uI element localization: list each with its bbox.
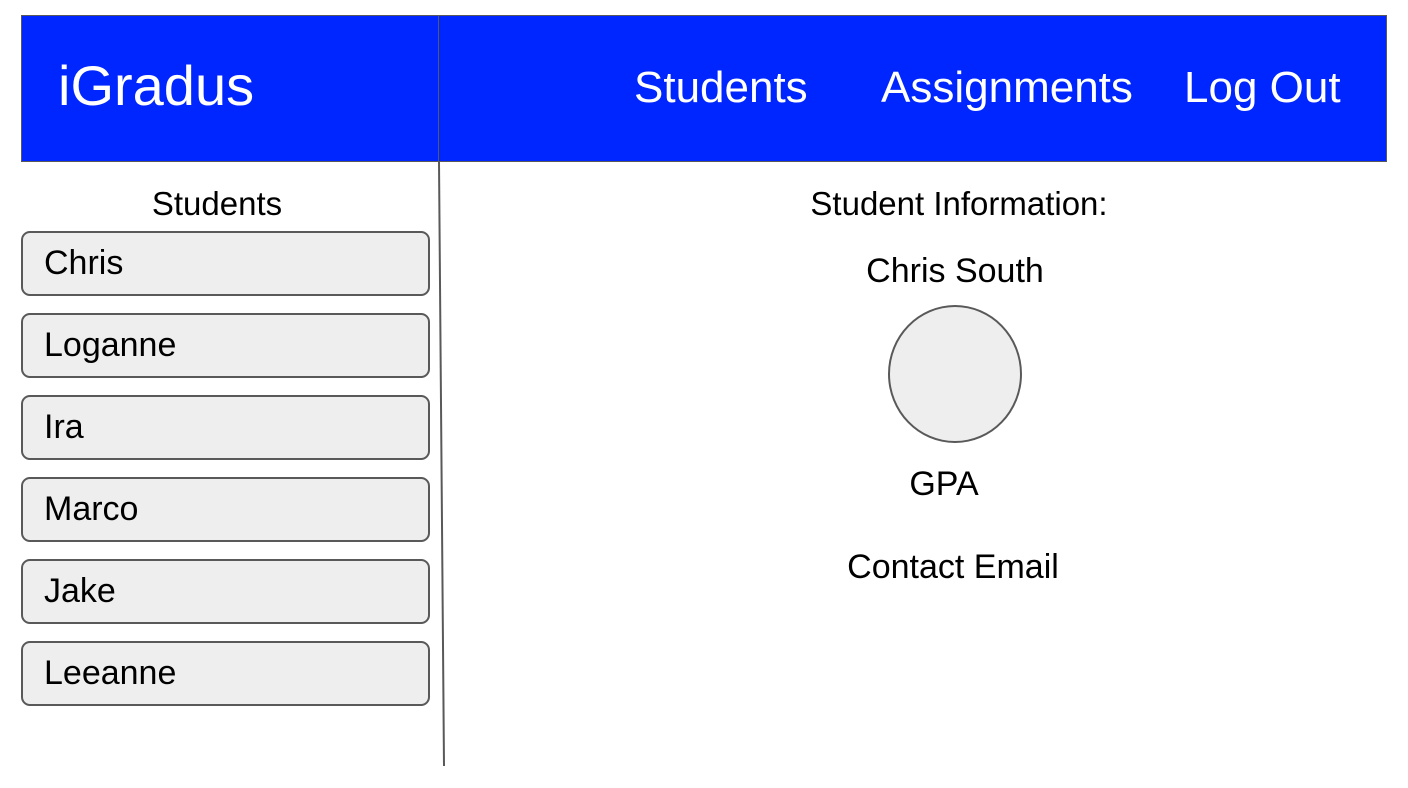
student-list-item[interactable]: Chris [21,231,430,296]
student-list-item[interactable]: Marco [21,477,430,542]
student-info-title: Student Information: [810,185,1108,222]
student-avatar [888,305,1022,443]
students-list: Chris Loganne Ira Marco Jake Leeanne [21,231,430,723]
nav-logout-link[interactable]: Log Out [1184,66,1341,110]
nav-students-link[interactable]: Students [634,66,808,110]
header-divider [438,15,439,162]
student-name: Chris South [866,252,1044,290]
app-logo[interactable]: iGradus [58,58,254,114]
student-list-item[interactable]: Ira [21,395,430,460]
student-list-item[interactable]: Jake [21,559,430,624]
student-list-item[interactable]: Leeanne [21,641,430,706]
panel-divider [438,161,445,767]
nav-assignments-link[interactable]: Assignments [881,66,1133,110]
student-list-item[interactable]: Loganne [21,313,430,378]
student-contact-email-label: Contact Email [847,548,1059,586]
students-sidebar-title: Students [151,185,283,222]
student-gpa-label: GPA [909,465,979,503]
